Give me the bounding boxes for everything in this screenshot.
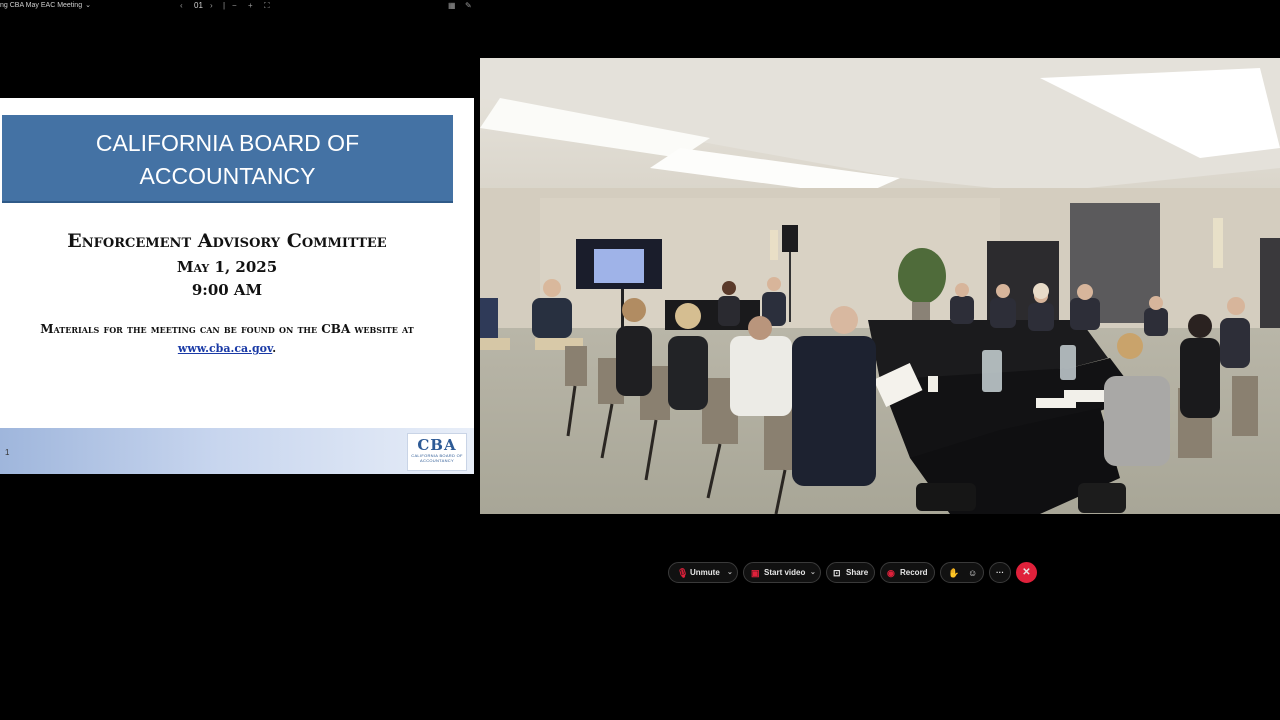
- start-video-label: Start video: [764, 568, 806, 577]
- materials-note: Materials for the meeting can be found o…: [40, 322, 414, 336]
- slide-banner: CALIFORNIA BOARD OF ACCOUNTANCY: [2, 115, 453, 203]
- committee-title: Enforcement Advisory Committee: [67, 230, 387, 252]
- unmute-label: Unmute: [690, 568, 720, 577]
- zoom-out-icon[interactable]: −: [232, 0, 237, 12]
- reactions-group: ✋ ☺: [940, 562, 984, 583]
- banner-line-2: ACCOUNTANCY: [139, 163, 316, 189]
- website-line: www.cba.ca.gov.: [0, 342, 454, 355]
- mic-muted-icon: 🎙: [677, 568, 689, 578]
- meeting-room-scene: [480, 58, 1280, 514]
- grid-view-icon[interactable]: ▦: [448, 0, 456, 12]
- record-icon: ◉: [887, 568, 895, 578]
- record-label: Record: [900, 568, 928, 577]
- annotate-icon[interactable]: ✎: [465, 0, 472, 12]
- video-off-icon: ▣: [751, 568, 760, 578]
- more-options-icon: ···: [996, 568, 1004, 577]
- chevron-down-icon[interactable]: ⌄: [810, 563, 816, 583]
- cba-logo: CBA CALIFORNIA BOARD OF ACCOUNTANCY: [407, 433, 467, 471]
- next-page-icon[interactable]: ›: [210, 0, 213, 12]
- page-counter: 01: [194, 1, 203, 10]
- banner-line-1: CALIFORNIA BOARD OF: [95, 130, 360, 156]
- chevron-down-icon[interactable]: ⌄: [727, 563, 733, 583]
- slide-footer: 1 CBA CALIFORNIA BOARD OF ACCOUNTANCY: [0, 428, 474, 474]
- end-call-button[interactable]: ✕: [1016, 562, 1037, 583]
- share-label: Share: [846, 568, 869, 577]
- meeting-title: ng CBA May EAC Meeting: [0, 2, 83, 9]
- close-icon: ✕: [1022, 567, 1031, 578]
- share-button[interactable]: ⊡ Share: [826, 562, 875, 583]
- slide-page-number: 1: [5, 448, 10, 457]
- meeting-title-dropdown[interactable]: ng CBA May EAC Meeting ⌄: [0, 0, 91, 12]
- record-button[interactable]: ◉ Record: [880, 562, 935, 583]
- participant-video: [480, 58, 1280, 514]
- more-options-button[interactable]: ···: [989, 562, 1011, 583]
- raise-hand-icon[interactable]: ✋: [948, 563, 959, 583]
- start-video-button[interactable]: ▣ Start video ⌄: [743, 562, 821, 583]
- cba-logo-subtext: CALIFORNIA BOARD OF ACCOUNTANCY: [411, 453, 463, 463]
- prev-page-icon[interactable]: ‹: [180, 0, 183, 12]
- shared-slide: CALIFORNIA BOARD OF ACCOUNTANCY Enforcem…: [0, 98, 474, 474]
- chevron-down-icon: ⌄: [85, 2, 91, 9]
- fit-screen-icon[interactable]: ⛶: [264, 0, 270, 12]
- meeting-date: May 1, 2025: [176, 258, 278, 276]
- window-topbar: ng CBA May EAC Meeting ⌄ ‹ 01 › | − + ⛶ ▦…: [0, 0, 1280, 12]
- separator-icon: |: [223, 1, 226, 10]
- zoom-in-icon[interactable]: +: [248, 0, 253, 12]
- link-suffix: .: [272, 342, 277, 355]
- meeting-time: 9:00 AM: [191, 281, 263, 299]
- emoji-icon[interactable]: ☺: [968, 563, 977, 583]
- website-link[interactable]: www.cba.ca.gov: [178, 342, 272, 355]
- unmute-button[interactable]: 🎙 Unmute ⌄: [668, 562, 738, 583]
- share-screen-icon: ⊡: [833, 568, 841, 578]
- cba-logo-text: CBA: [417, 436, 457, 454]
